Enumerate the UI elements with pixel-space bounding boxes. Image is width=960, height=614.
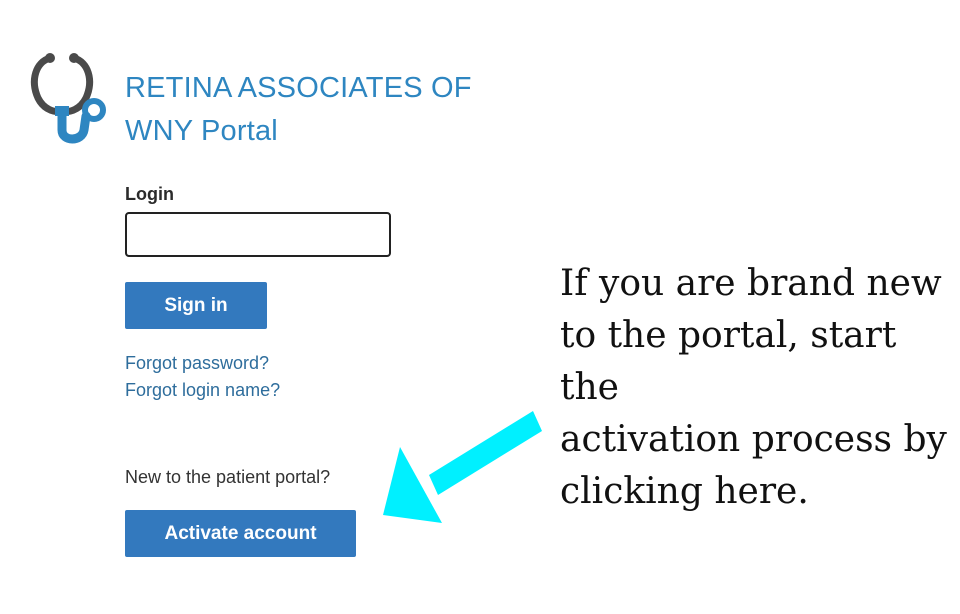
annotation-line-4: clicking here. bbox=[560, 471, 809, 512]
login-label: Login bbox=[125, 184, 174, 204]
forgot-login-name-link[interactable]: Forgot login name? bbox=[125, 380, 280, 401]
annotation-line-2: to the portal, start the bbox=[560, 315, 897, 408]
annotation-line-1: If you are brand new bbox=[560, 263, 942, 304]
annotation-line-3: activation process by bbox=[560, 419, 947, 460]
login-input[interactable] bbox=[125, 212, 391, 257]
activate-account-button[interactable]: Activate account bbox=[125, 510, 356, 557]
annotation-callout: If you are brand new to the portal, star… bbox=[560, 258, 955, 518]
portal-title-line-2: WNY Portal bbox=[125, 115, 278, 147]
portal-title: RETINA ASSOCIATES OF WNY Portal bbox=[125, 67, 505, 153]
arrow-pointer-icon bbox=[380, 405, 545, 530]
stethoscope-logo-icon bbox=[28, 50, 120, 150]
new-to-portal-text: New to the patient portal? bbox=[125, 467, 331, 487]
sign-in-button[interactable]: Sign in bbox=[125, 282, 267, 329]
forgot-password-link[interactable]: Forgot password? bbox=[125, 353, 269, 374]
portal-title-line-1: RETINA ASSOCIATES OF bbox=[125, 72, 472, 104]
